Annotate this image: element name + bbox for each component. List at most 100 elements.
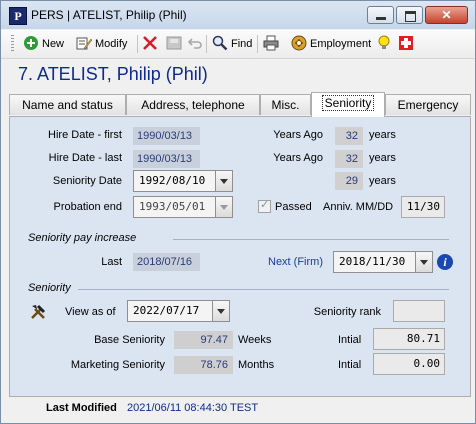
print-button[interactable] [263, 34, 282, 54]
seniority-rank-value [393, 300, 445, 322]
tips-button[interactable] [376, 34, 395, 54]
base-initial-value: 80.71 [373, 328, 445, 350]
page-title: 7. ATELIST, Philip (Phil) [18, 64, 208, 84]
maximize-icon [405, 11, 416, 22]
pay-increase-section-title: Seniority pay increase [28, 232, 137, 244]
seniority-rank-label: Seniority rank [313, 306, 381, 318]
tab-misc[interactable]: Misc. [260, 94, 311, 115]
new-button[interactable]: New [23, 34, 64, 54]
view-as-of-label: View as of [65, 306, 116, 318]
chevron-down-icon[interactable] [215, 197, 232, 217]
probation-end-field[interactable]: 1993/05/01 [133, 196, 233, 218]
view-as-of-field[interactable]: 2022/07/17 [127, 300, 230, 322]
print-icon [263, 35, 279, 51]
first-aid-button[interactable] [398, 34, 417, 54]
toolbar-separator [137, 35, 138, 53]
years-ago-label: Years Ago [273, 129, 323, 141]
tab-seniority[interactable]: Seniority [311, 92, 385, 117]
toolbar-separator [257, 35, 258, 53]
chevron-down-icon[interactable] [415, 252, 432, 272]
tab-label: Emergency [397, 98, 459, 112]
close-icon: ✕ [441, 8, 452, 22]
years-unit: years [369, 152, 396, 164]
tab-label: Address, telephone [141, 98, 245, 112]
modify-button[interactable]: Modify [76, 34, 127, 54]
last-modified-label: Last Modified [46, 402, 117, 414]
employment-icon [291, 35, 307, 51]
section-divider [173, 239, 449, 240]
anniv-value: 11/30 [401, 196, 445, 218]
title-bar[interactable]: P PERS | ATELIST, Philip (Phil) ✕ [1, 1, 475, 29]
tab-strip: Name and status Address, telephone Misc.… [9, 92, 471, 117]
tab-label: Seniority [321, 95, 375, 111]
section-divider [78, 289, 449, 290]
find-icon [212, 35, 228, 51]
tab-emergency[interactable]: Emergency [385, 94, 471, 115]
last-increase-label: Last [101, 256, 122, 268]
undo-button[interactable] [187, 34, 206, 54]
employment-label: Employment [310, 38, 372, 50]
marketing-seniority-unit: Months [238, 359, 275, 371]
hire-last-label: Hire Date - last [48, 152, 122, 164]
toolbar: New Modify Find Employment [1, 30, 475, 59]
window-title: PERS | ATELIST, Philip (Phil) [31, 8, 187, 22]
years-unit: years [369, 129, 396, 141]
hire-last-value: 1990/03/13 [133, 150, 200, 168]
first-aid-icon [399, 36, 413, 51]
find-button[interactable]: Find [212, 34, 252, 54]
base-seniority-label: Base Seniority [94, 334, 165, 346]
seniority-date-label: Seniority Date [52, 175, 122, 187]
seniority-years-value: 29 [335, 172, 363, 190]
base-seniority-unit: Weeks [238, 334, 272, 346]
anniv-label: Anniv. MM/DD [323, 201, 394, 213]
base-initial-label: Intial [338, 334, 362, 346]
delete-button[interactable] [142, 34, 161, 54]
maximize-button[interactable] [396, 6, 423, 24]
years-ago-value: 32 [335, 127, 363, 145]
new-label: New [42, 38, 65, 50]
save-button[interactable] [166, 34, 185, 54]
chevron-down-icon[interactable] [215, 171, 232, 191]
tab-label: Name and status [22, 98, 113, 112]
modify-icon [76, 37, 92, 50]
new-icon [24, 36, 38, 51]
find-label: Find [231, 38, 253, 50]
years-ago-label: Years Ago [273, 152, 323, 164]
chevron-down-icon[interactable] [212, 301, 229, 321]
close-button[interactable]: ✕ [425, 6, 468, 24]
hire-first-value: 1990/03/13 [133, 127, 200, 145]
years-unit: years [369, 175, 396, 187]
passed-label: Passed [275, 201, 312, 213]
next-increase-field[interactable]: 2018/11/30 [333, 251, 433, 273]
hire-first-label: Hire Date - first [48, 129, 122, 141]
tab-name-and-status[interactable]: Name and status [9, 94, 126, 115]
last-increase-value: 2018/07/16 [133, 253, 200, 271]
status-bar: Last Modified 2021/06/11 08:44:30 TEST [1, 397, 475, 423]
probation-end-label: Probation end [53, 201, 123, 213]
tools-icon [31, 304, 46, 319]
seniority-date-value: 1992/08/10 [139, 174, 206, 187]
info-icon[interactable]: i [437, 254, 453, 270]
passed-checkbox[interactable] [258, 198, 271, 213]
toolbar-separator [206, 35, 207, 53]
window: P PERS | ATELIST, Philip (Phil) ✕ New Mo… [0, 0, 476, 424]
years-ago-value: 32 [335, 150, 363, 168]
seniority-date-field[interactable]: 1992/08/10 [133, 170, 233, 192]
toolbar-grip[interactable] [11, 35, 14, 52]
marketing-seniority-label: Marketing Seniority [70, 359, 165, 371]
delete-icon [143, 36, 157, 51]
disabled-save-icon [166, 36, 182, 50]
minimize-icon [376, 17, 386, 20]
marketing-initial-label: Intial [338, 359, 362, 371]
marketing-initial-value: 0.00 [373, 353, 445, 375]
employment-button[interactable]: Employment [291, 34, 371, 54]
seniority-section-title: Seniority [28, 282, 71, 294]
marketing-seniority-value: 78.76 [174, 356, 233, 374]
minimize-button[interactable] [367, 6, 394, 24]
modify-label: Modify [95, 38, 128, 50]
next-firm-link[interactable]: Next (Firm) [230, 256, 323, 268]
undo-icon [187, 38, 202, 49]
tab-address-telephone[interactable]: Address, telephone [126, 94, 260, 115]
view-as-of-value: 2022/07/17 [133, 304, 200, 317]
last-modified-value: 2021/06/11 08:44:30 TEST [127, 402, 259, 414]
